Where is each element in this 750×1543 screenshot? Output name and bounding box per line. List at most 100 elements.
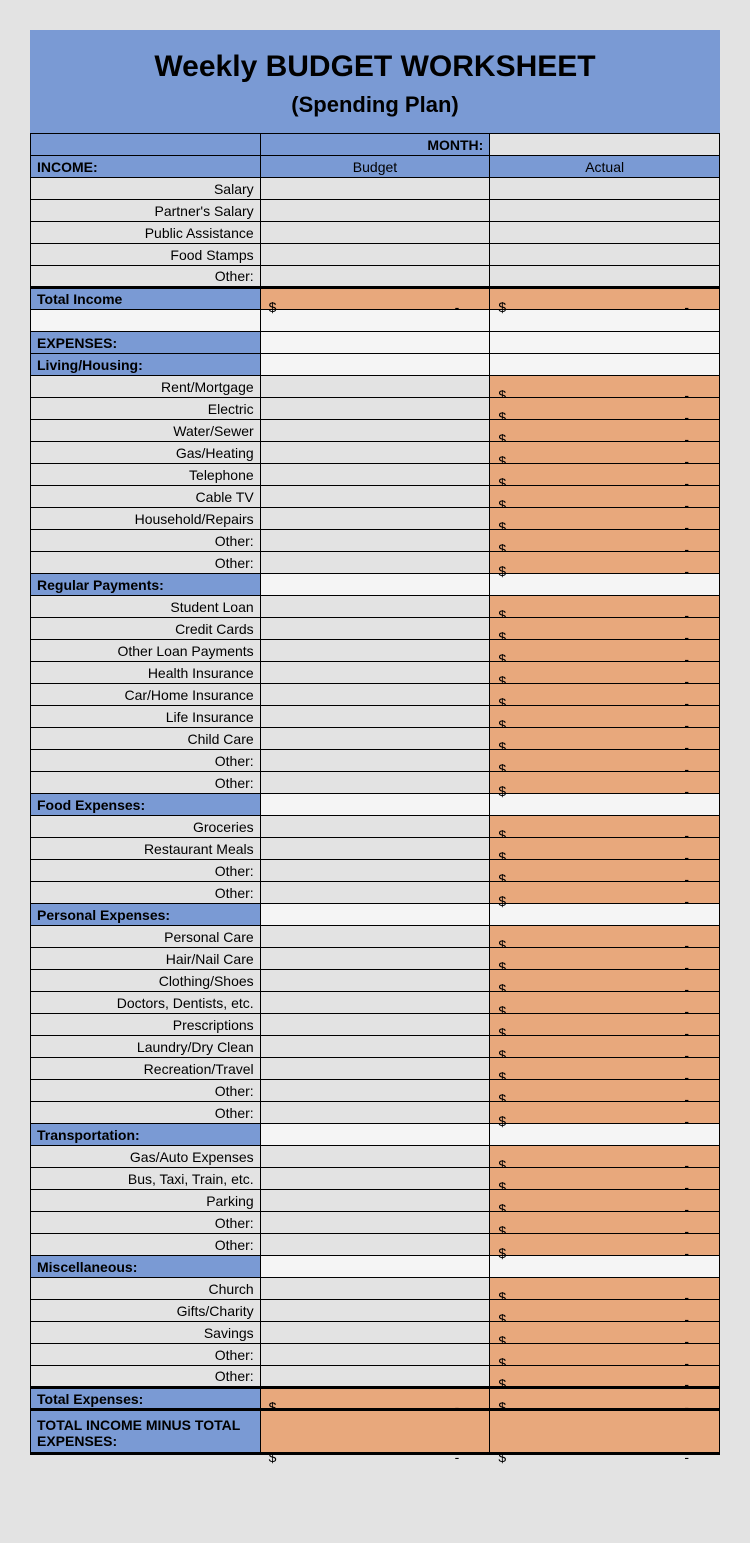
expense-row: Student Loan <box>31 596 261 618</box>
expense-budget <box>260 772 490 794</box>
expense-actual: $- <box>490 552 720 574</box>
expense-row: Groceries <box>31 816 261 838</box>
expense-row: Laundry/Dry Clean <box>31 1036 261 1058</box>
expense-actual: $- <box>490 1190 720 1212</box>
expense-actual: $- <box>490 486 720 508</box>
expense-row: Other: <box>31 750 261 772</box>
expense-actual: $- <box>490 1278 720 1300</box>
expense-actual: $- <box>490 706 720 728</box>
expense-row: Prescriptions <box>31 1014 261 1036</box>
expense-actual: $- <box>490 1036 720 1058</box>
expense-actual: $- <box>490 816 720 838</box>
expense-row: Household/Repairs <box>31 508 261 530</box>
income-budget <box>260 244 490 266</box>
expense-row: Other: <box>31 1344 261 1366</box>
expense-actual: $- <box>490 1168 720 1190</box>
expense-row: Gas/Heating <box>31 442 261 464</box>
expense-row: Restaurant Meals <box>31 838 261 860</box>
section-header: Miscellaneous: <box>31 1256 261 1278</box>
expense-budget <box>260 376 490 398</box>
budget-worksheet: Weekly BUDGET WORKSHEET (Spending Plan) … <box>30 30 720 1455</box>
expense-row: Other: <box>31 1366 261 1388</box>
income-budget <box>260 178 490 200</box>
budget-table: MONTH:INCOME:BudgetActualSalaryPartner's… <box>30 133 720 1455</box>
expense-actual: $- <box>490 1212 720 1234</box>
expense-budget <box>260 1366 490 1388</box>
expense-budget <box>260 442 490 464</box>
expense-actual: $- <box>490 1322 720 1344</box>
expense-actual: $- <box>490 992 720 1014</box>
expense-row: Other: <box>31 860 261 882</box>
expense-row: Electric <box>31 398 261 420</box>
expense-actual: $- <box>490 1014 720 1036</box>
expense-actual: $- <box>490 398 720 420</box>
expense-actual: $- <box>490 772 720 794</box>
expense-budget <box>260 926 490 948</box>
income-actual <box>490 222 720 244</box>
section-header: Regular Payments: <box>31 574 261 596</box>
blank <box>260 1124 490 1146</box>
subtitle: (Spending Plan) <box>40 92 710 118</box>
expense-budget <box>260 420 490 442</box>
expense-actual: $- <box>490 420 720 442</box>
expense-actual: $- <box>490 618 720 640</box>
total-exp-actual: $- <box>490 1388 720 1410</box>
expense-budget <box>260 860 490 882</box>
blank <box>260 1256 490 1278</box>
expense-actual: $- <box>490 1300 720 1322</box>
expense-budget <box>260 552 490 574</box>
income-actual <box>490 178 720 200</box>
expense-budget <box>260 1322 490 1344</box>
month-value <box>490 134 720 156</box>
expense-budget <box>260 662 490 684</box>
expense-budget <box>260 1300 490 1322</box>
expense-row: Savings <box>31 1322 261 1344</box>
expense-budget <box>260 882 490 904</box>
expense-row: Water/Sewer <box>31 420 261 442</box>
expense-actual: $- <box>490 376 720 398</box>
expense-budget <box>260 1014 490 1036</box>
expense-budget <box>260 618 490 640</box>
expense-row: Other: <box>31 1234 261 1256</box>
expense-actual: $- <box>490 1344 720 1366</box>
expense-budget <box>260 1190 490 1212</box>
expense-budget <box>260 838 490 860</box>
blank <box>490 332 720 354</box>
blank <box>260 332 490 354</box>
expense-actual: $- <box>490 442 720 464</box>
total-income-actual: $- <box>490 288 720 310</box>
expense-budget <box>260 1058 490 1080</box>
total-expenses: Total Expenses: <box>31 1388 261 1410</box>
expense-actual: $- <box>490 1146 720 1168</box>
section-header: Living/Housing: <box>31 354 261 376</box>
expense-budget <box>260 1080 490 1102</box>
section-header: Food Expenses: <box>31 794 261 816</box>
expense-budget <box>260 398 490 420</box>
expense-budget <box>260 640 490 662</box>
blank <box>260 574 490 596</box>
expense-budget <box>260 464 490 486</box>
expense-budget <box>260 596 490 618</box>
income-budget <box>260 200 490 222</box>
net-label: TOTAL INCOME MINUS TOTAL EXPENSES: <box>31 1410 261 1454</box>
expense-budget <box>260 706 490 728</box>
blank <box>31 134 261 156</box>
expense-actual: $- <box>490 882 720 904</box>
expense-budget <box>260 1146 490 1168</box>
expense-budget <box>260 486 490 508</box>
col-budget: Budget <box>260 156 490 178</box>
income-row: Partner's Salary <box>31 200 261 222</box>
expense-row: Rent/Mortgage <box>31 376 261 398</box>
section-header: Transportation: <box>31 1124 261 1146</box>
expense-row: Other: <box>31 552 261 574</box>
expense-row: Health Insurance <box>31 662 261 684</box>
income-row: Other: <box>31 266 261 288</box>
income-budget <box>260 266 490 288</box>
expense-budget <box>260 1212 490 1234</box>
expense-actual: $- <box>490 728 720 750</box>
section-header: Personal Expenses: <box>31 904 261 926</box>
expense-actual: $- <box>490 1058 720 1080</box>
expense-actual: $- <box>490 640 720 662</box>
blank <box>260 354 490 376</box>
spacer <box>31 310 261 332</box>
